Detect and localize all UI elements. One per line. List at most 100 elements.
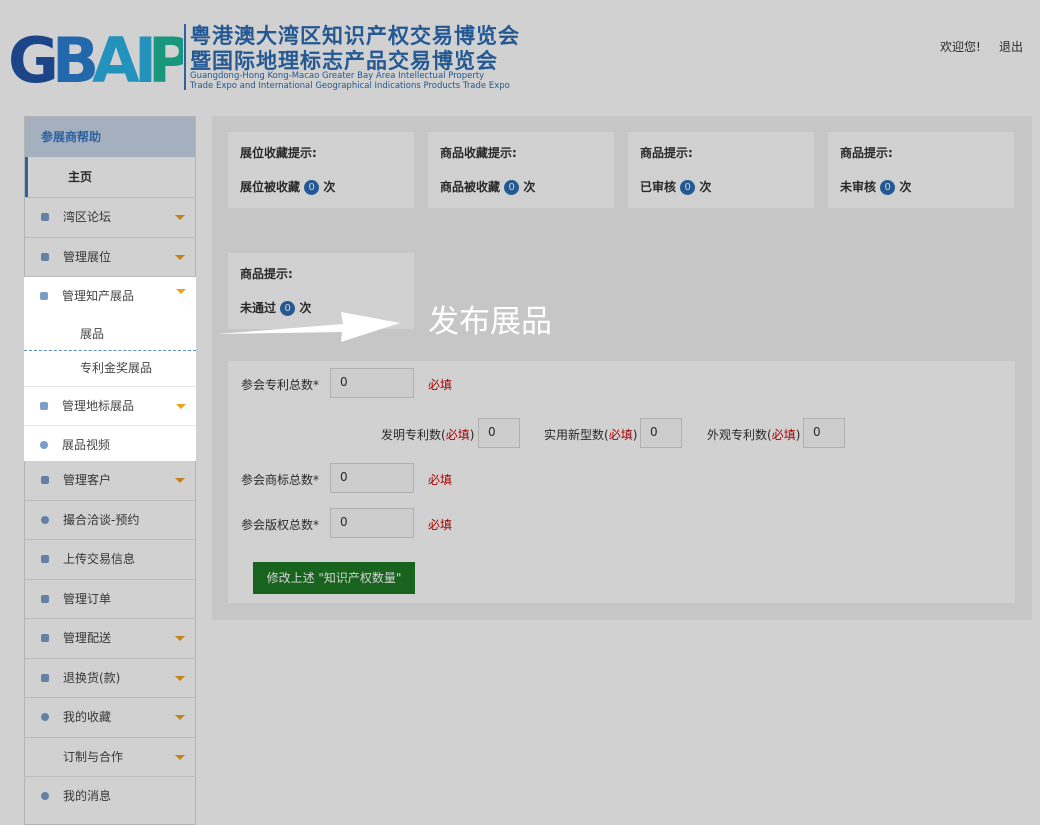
sidebar-item-label: 上传交易信息 xyxy=(63,552,136,566)
sidebar-item-customers[interactable]: 管理客户 xyxy=(25,460,195,500)
logo-english-line-1: Guangdong-Hong Kong-Macao Greater Bay Ar… xyxy=(190,71,485,81)
sidebar-item-messages[interactable]: 我的消息 xyxy=(25,776,195,816)
chevron-down-icon xyxy=(176,289,186,294)
welcome-text: 欢迎您! xyxy=(940,40,981,54)
stat-card-value: 未审核 0 次 xyxy=(840,180,912,195)
order-icon xyxy=(41,594,49,603)
sidebar-item-booth[interactable]: 管理展位 xyxy=(25,236,195,277)
sidebar-header: 参展商帮助 xyxy=(25,117,195,157)
sidebar-item-label: 管理知产展品 xyxy=(62,289,135,303)
gbaip-logo-icon: G B A I P xyxy=(8,28,183,88)
chevron-down-icon xyxy=(175,478,185,483)
patent-total-input[interactable]: 0 xyxy=(330,368,414,398)
stat-card-pending: 商品提示: 未审核 0 次 xyxy=(828,132,1014,208)
count-badge: 0 xyxy=(680,180,696,195)
trademark-total-input[interactable]: 0 xyxy=(330,463,414,493)
invention-patent-input[interactable]: 0 xyxy=(478,418,520,448)
stat-card-value: 展位被收藏 0 次 xyxy=(240,180,336,195)
sidebar-item-label: 展品视频 xyxy=(62,438,111,452)
design-patent-input[interactable]: 0 xyxy=(803,418,845,448)
sidebar-item-returns[interactable]: 退换货(款) xyxy=(25,657,195,698)
svg-text:A: A xyxy=(92,28,140,88)
grid-icon xyxy=(40,401,48,410)
chevron-down-icon xyxy=(175,715,185,720)
ip-quantity-form: 参会专利总数* 0 必填 发明专利数(必填) 0 实用新型数(必填) 0 外观专… xyxy=(228,361,1015,603)
stat-card-value: 已审核 0 次 xyxy=(640,180,712,195)
sidebar-item-label: 湾区论坛 xyxy=(63,210,112,224)
required-note: 必填 xyxy=(428,378,453,392)
chevron-down-icon xyxy=(175,215,185,220)
video-icon xyxy=(40,441,48,449)
stat-card-title: 展位收藏提示: xyxy=(240,146,317,160)
sidebar-item-upload-trade[interactable]: 上传交易信息 xyxy=(25,539,195,579)
copyright-total-label: 参会版权总数* xyxy=(241,518,320,532)
booth-icon xyxy=(41,252,49,261)
stat-card-approved: 商品提示: 已审核 0 次 xyxy=(628,132,814,208)
utility-model-input[interactable]: 0 xyxy=(640,418,682,448)
sidebar-item-label: 我的收藏 xyxy=(63,710,112,724)
logout-link[interactable]: 退出 xyxy=(999,38,1023,55)
utility-model-label: 实用新型数(必填) xyxy=(544,428,638,442)
sidebar-item-label: 退换货(款) xyxy=(63,670,121,685)
forum-icon xyxy=(41,213,49,221)
svg-text:P: P xyxy=(148,28,183,88)
sidebar-item-forum[interactable]: 湾区论坛 xyxy=(25,197,195,237)
star-icon xyxy=(41,713,49,721)
chevron-down-icon xyxy=(175,675,185,681)
sidebar-highlight-block: 管理知产展品 展品 专利金奖展品 管理地标展品 展品视频 xyxy=(24,277,196,461)
sidebar-item-label: 管理配送 xyxy=(63,631,112,645)
stat-card-value: 商品被收藏 0 次 xyxy=(440,180,536,195)
stat-card-title: 商品提示: xyxy=(840,146,893,160)
chevron-down-icon xyxy=(176,403,186,409)
required-note: 必填 xyxy=(428,518,453,532)
sidebar-item-label: 订制与合作 xyxy=(63,749,124,764)
logo-english-line-2: Trade Expo and International Geographica… xyxy=(190,81,510,91)
update-ip-quantity-button[interactable]: 修改上述 "知识产权数量" xyxy=(253,562,415,594)
sidebar-item-label: 撮合洽谈-预约 xyxy=(63,512,140,527)
trademark-total-label: 参会商标总数* xyxy=(241,473,320,487)
sidebar-item-delivery[interactable]: 管理配送 xyxy=(25,618,195,658)
message-icon xyxy=(41,792,49,800)
design-patent-label: 外观专利数(必填) xyxy=(707,428,801,442)
required-note: 必填 xyxy=(428,473,453,487)
patent-total-label: 参会专利总数* xyxy=(241,378,320,392)
sidebar-item-exhibit-video[interactable]: 展品视频 xyxy=(24,425,196,465)
chevron-down-icon xyxy=(175,636,185,641)
sidebar-subitem-exhibits[interactable]: 展品 xyxy=(24,317,196,351)
count-badge: 0 xyxy=(880,180,896,195)
return-icon xyxy=(41,673,49,682)
invention-patent-label: 发明专利数(必填) xyxy=(381,428,475,442)
chevron-down-icon xyxy=(175,754,185,760)
sidebar-item-label: 管理地标展品 xyxy=(62,398,135,413)
delivery-icon xyxy=(41,634,49,642)
sidebar-item-gi-exhibits[interactable]: 管理地标展品 xyxy=(24,385,196,426)
stat-card-product-favorites: 商品收藏提示: 商品被收藏 0 次 xyxy=(428,132,614,208)
sidebar-item-label: 管理展位 xyxy=(63,249,112,264)
sidebar-item-orders[interactable]: 管理订单 xyxy=(25,578,195,619)
stat-card-title: 商品提示: xyxy=(640,146,693,160)
handshake-icon xyxy=(41,515,49,524)
sidebar: 参展商帮助 主页 湾区论坛 管理展位 管理客户 撮合洽谈-预约 上传交易信息 管… xyxy=(24,116,196,825)
chevron-down-icon xyxy=(175,254,185,260)
sidebar-item-label: 管理订单 xyxy=(63,591,112,606)
user-icon xyxy=(41,476,49,484)
copyright-total-input[interactable]: 0 xyxy=(330,508,414,538)
stat-card-title: 商品提示: xyxy=(240,267,293,281)
document-icon xyxy=(41,555,49,563)
count-badge: 0 xyxy=(304,180,320,195)
annotation-label: 发布展品 xyxy=(428,304,552,340)
sidebar-item-label: 管理客户 xyxy=(63,473,112,487)
stat-card-title: 商品收藏提示: xyxy=(440,146,517,160)
site-header: G B A I P 粤港澳大湾区知识产权交易博览会 暨国际地理标志产品交易博览会… xyxy=(0,0,1040,108)
count-badge: 0 xyxy=(504,180,520,195)
sidebar-item-ip-exhibits[interactable]: 管理知产展品 xyxy=(24,277,196,317)
sidebar-item-favorites[interactable]: 我的收藏 xyxy=(25,697,195,737)
logo-divider xyxy=(184,24,186,90)
sidebar-subitem-patent-gold-award[interactable]: 专利金奖展品 xyxy=(24,351,196,386)
stat-card-booth-favorites: 展位收藏提示: 展位被收藏 0 次 xyxy=(228,132,414,208)
sidebar-item-custom-cooperation[interactable]: 订制与合作 xyxy=(25,736,195,777)
sidebar-item-matchmaking[interactable]: 撮合洽谈-预约 xyxy=(25,499,195,540)
sidebar-item-home[interactable]: 主页 xyxy=(25,157,195,197)
annotation-arrow-icon xyxy=(217,312,400,342)
sidebar-item-label: 我的消息 xyxy=(63,789,112,803)
